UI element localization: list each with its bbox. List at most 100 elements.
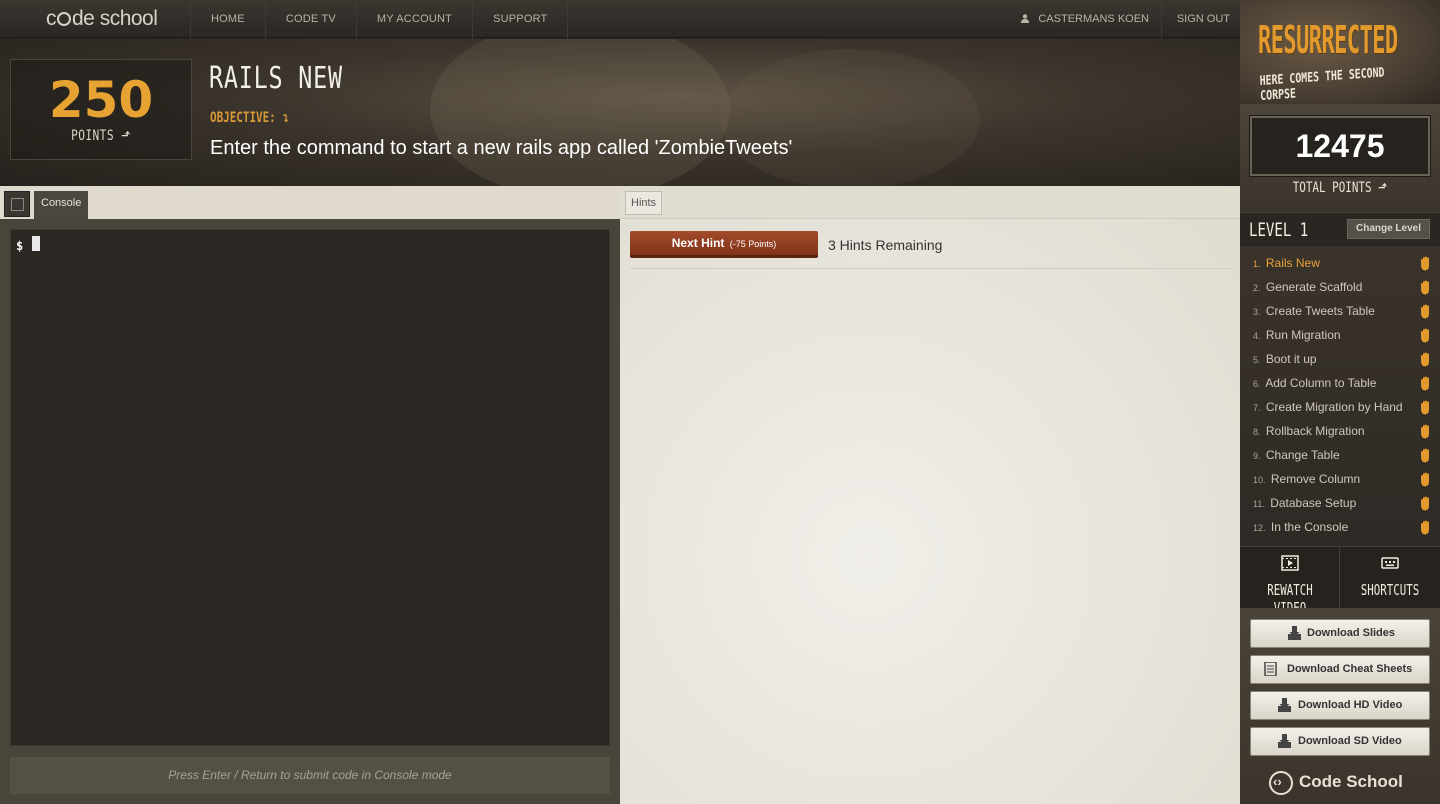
level-label: Rails New (1265, 256, 1320, 270)
sidebar-item-level[interactable]: 8. Rollback Migration (1240, 419, 1440, 443)
course-title: RESURRECTED (1258, 18, 1398, 62)
console-input[interactable]: $ (10, 229, 610, 746)
level-label: Add Column to Table (1265, 376, 1377, 390)
user-icon (1021, 14, 1030, 23)
level-label: Rollback Migration (1265, 424, 1365, 438)
user-account-link[interactable]: CASTERMANS KOEN (1021, 0, 1162, 38)
console-tabbar: Console (0, 186, 620, 219)
sidebar-item-level[interactable]: 6. Add Column to Table (1240, 371, 1440, 395)
level-number: 10. (1253, 475, 1266, 485)
total-points-area: 12475 TOTAL POINTS ⬏ (1240, 104, 1440, 212)
logo-text-end: de school (72, 7, 158, 30)
level-label: LEVEL 1 (1249, 219, 1309, 241)
challenge-points-box: 250 POINTS ⬏ (10, 59, 192, 160)
course-banner[interactable]: RESURRECTED HERE COMES THE SECOND CORPSE (1240, 0, 1440, 104)
level-number: 1. (1253, 259, 1261, 269)
main-nav: HOME CODE TV MY ACCOUNT SUPPORT (190, 0, 569, 38)
total-points-label-text: TOTAL POINTS (1292, 180, 1372, 196)
nav-home-link[interactable]: HOME (190, 0, 266, 38)
sidebar-item-level[interactable]: 12. In the Console (1240, 515, 1440, 539)
level-label: Run Migration (1265, 328, 1341, 342)
console-pane: Console $ Press Enter / Return to submit… (0, 186, 620, 804)
tab-hints[interactable]: Hints (625, 191, 663, 215)
level-header: LEVEL 1 Change Level (1240, 212, 1440, 246)
shortcuts-button[interactable]: SHORTCUTS (1340, 547, 1440, 609)
code-school-ring-icon (1269, 771, 1293, 795)
nav-my-account-link[interactable]: MY ACCOUNT (357, 0, 474, 38)
zombie-hand-icon (1421, 304, 1429, 319)
download-slides-label: Download Slides (1307, 627, 1396, 639)
level-number: 7. (1253, 403, 1261, 413)
console-frame: $ Press Enter / Return to submit code in… (0, 219, 620, 804)
objective-text: Enter the command to start a new rails a… (210, 137, 793, 159)
download-icon (1278, 698, 1291, 712)
sidebar-item-level[interactable]: 4. Run Migration (1240, 323, 1440, 347)
sidebar-item-level[interactable]: 2. Generate Scaffold (1240, 275, 1440, 299)
level-number: 8. (1253, 427, 1261, 437)
logo-circle-icon (57, 12, 71, 26)
next-hint-label: Next Hint (671, 236, 725, 250)
course-subtitle: HERE COMES THE SECOND CORPSE (1259, 65, 1385, 104)
download-sd-video-label: Download SD Video (1298, 735, 1402, 747)
level-label: Create Migration by Hand (1265, 400, 1403, 414)
film-icon (1281, 555, 1299, 571)
download-sd-video-button[interactable]: Download SD Video (1250, 727, 1430, 756)
hints-tabbar: Hints (620, 186, 1240, 219)
points-label-text: POINTS (71, 128, 114, 144)
user-name: CASTERMANS KOEN (1038, 13, 1149, 25)
level-number: 6. (1253, 379, 1261, 389)
editor-toggle-icon[interactable] (4, 191, 30, 217)
level-number: 12. (1253, 523, 1266, 533)
sidebar-item-level[interactable]: 9. Change Table (1240, 443, 1440, 467)
shortcuts-label: SHORTCUTS (1360, 581, 1420, 599)
download-icon (1288, 626, 1301, 640)
zombie-hand-icon (1421, 352, 1429, 367)
level-label: Database Setup (1270, 496, 1357, 510)
challenge-title: RAILS NEW (209, 61, 343, 96)
sidebar-item-level[interactable]: 3. Create Tweets Table (1240, 299, 1440, 323)
level-label: Create Tweets Table (1265, 304, 1375, 318)
level-label: Generate Scaffold (1265, 280, 1363, 294)
nav-code-tv-link[interactable]: CODE TV (266, 0, 357, 38)
sign-out-link[interactable]: SIGN OUT (1177, 0, 1230, 38)
download-slides-button[interactable]: Download Slides (1250, 619, 1430, 648)
level-label: Boot it up (1265, 352, 1317, 366)
download-hd-video-button[interactable]: Download HD Video (1250, 691, 1430, 720)
code-school-logo[interactable]: c de school (46, 7, 158, 31)
objective-label: OBJECTIVE: ↴ (210, 110, 289, 126)
text-cursor (32, 236, 40, 251)
sidebar-item-level[interactable]: 1. Rails New (1240, 251, 1440, 275)
rewatch-video-button[interactable]: REWATCH VIDEO (1240, 547, 1340, 617)
download-icon (1278, 734, 1291, 748)
header-background-art (430, 39, 730, 186)
next-hint-button[interactable]: Next Hint (-75 Points) (630, 231, 818, 258)
total-points-label: TOTAL POINTS ⬏ (1262, 180, 1418, 196)
download-cheat-sheets-button[interactable]: Download Cheat Sheets (1250, 655, 1430, 684)
sidebar-item-level[interactable]: 11. Database Setup (1240, 491, 1440, 515)
keyboard-icon (1381, 557, 1399, 569)
code-school-footer-logo[interactable]: Code School (1240, 762, 1440, 804)
sidebar-item-level[interactable]: 7. Create Migration by Hand (1240, 395, 1440, 419)
zombie-hand-icon (1421, 448, 1429, 463)
zombie-hand-icon (1421, 496, 1429, 511)
zombie-hand-icon (1421, 400, 1429, 415)
change-level-button[interactable]: Change Level (1347, 219, 1430, 239)
hints-remaining-text: 3 Hints Remaining (828, 237, 943, 253)
sidebar-item-level[interactable]: 10. Remove Column (1240, 467, 1440, 491)
zombie-hand-icon (1421, 472, 1429, 487)
level-label: In the Console (1270, 520, 1349, 534)
level-number: 9. (1253, 451, 1261, 461)
zombie-hand-icon (1421, 280, 1429, 295)
zombie-hand-icon (1421, 520, 1429, 535)
download-cheat-sheets-label: Download Cheat Sheets (1287, 663, 1413, 675)
sidebar-item-level[interactable]: 5. Boot it up (1240, 347, 1440, 371)
nav-support-link[interactable]: SUPPORT (473, 0, 569, 38)
hints-pane: Hints Next Hint (-75 Points) 3 Hints Rem… (620, 186, 1240, 804)
tab-console[interactable]: Console (34, 191, 89, 219)
zombie-hand-icon (1421, 328, 1429, 343)
level-number: 4. (1253, 331, 1261, 341)
document-icon (1264, 662, 1277, 676)
level-number: 5. (1253, 355, 1261, 365)
total-points-value: 12475 (1249, 115, 1431, 177)
course-sidebar: RESURRECTED HERE COMES THE SECOND CORPSE… (1240, 0, 1440, 804)
